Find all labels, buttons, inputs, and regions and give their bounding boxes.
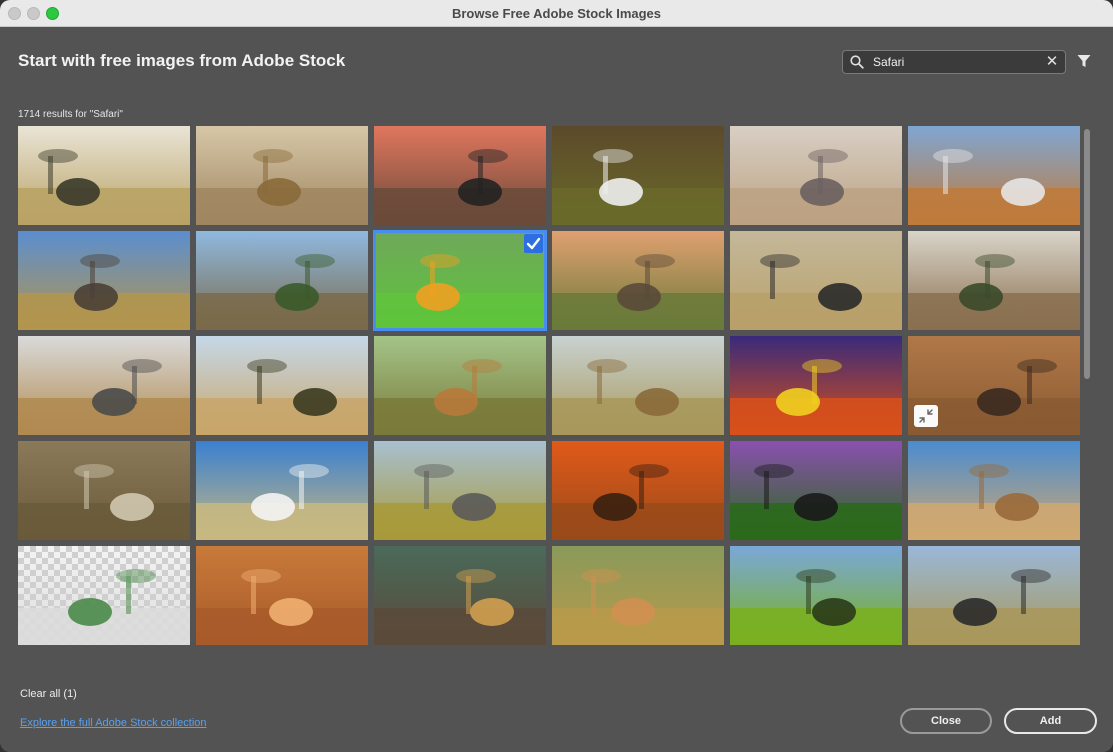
search-input[interactable]: [873, 54, 1043, 70]
thumbnail-image: [18, 336, 190, 435]
image-thumbnail[interactable]: [196, 441, 368, 540]
collapse-arrows-icon[interactable]: [914, 405, 938, 427]
image-thumbnail[interactable]: [18, 126, 190, 225]
image-thumbnail[interactable]: [374, 546, 546, 645]
image-thumbnail[interactable]: [908, 441, 1080, 540]
image-thumbnail[interactable]: [196, 126, 368, 225]
thumbnail-image: [552, 546, 724, 645]
clear-all-button[interactable]: Clear all (1): [20, 688, 77, 700]
image-thumbnail[interactable]: [374, 336, 546, 435]
image-thumbnail[interactable]: [552, 546, 724, 645]
image-thumbnail[interactable]: [908, 546, 1080, 645]
thumbnail-image: [730, 126, 902, 225]
thumbnail-image: [908, 441, 1080, 540]
image-thumbnail[interactable]: [18, 441, 190, 540]
image-thumbnail[interactable]: [374, 441, 546, 540]
thumbnail-image: [552, 336, 724, 435]
window-title: Browse Free Adobe Stock Images: [451, 6, 662, 21]
thumbnail-image: [552, 441, 724, 540]
image-thumbnail[interactable]: [552, 441, 724, 540]
image-thumbnail[interactable]: [552, 126, 724, 225]
page-title: Start with free images from Adobe Stock: [18, 51, 346, 70]
checkmark-icon[interactable]: [524, 234, 543, 253]
filter-icon[interactable]: [1077, 54, 1091, 73]
clear-search-icon[interactable]: ✕: [1044, 53, 1060, 71]
image-thumbnail[interactable]: [18, 336, 190, 435]
thumbnail-image: [730, 231, 902, 330]
scrollbar-thumb[interactable]: [1084, 129, 1090, 379]
thumbnail-image: [730, 546, 902, 645]
thumbnail-image: [374, 126, 546, 225]
image-thumbnail[interactable]: [18, 546, 190, 645]
image-thumbnail[interactable]: [18, 231, 190, 330]
title-bar: Browse Free Adobe Stock Images: [0, 0, 1113, 27]
image-thumbnail[interactable]: [730, 336, 902, 435]
image-thumbnail[interactable]: [908, 126, 1080, 225]
thumbnail-image: [908, 126, 1080, 225]
image-thumbnail[interactable]: [908, 231, 1080, 330]
image-thumbnail[interactable]: [730, 126, 902, 225]
image-thumbnail[interactable]: [374, 126, 546, 225]
thumbnail-image: [552, 231, 724, 330]
search-icon: [850, 55, 864, 74]
adobe-stock-dialog: Browse Free Adobe Stock Images Start wit…: [0, 0, 1113, 752]
image-thumbnail[interactable]: [552, 336, 724, 435]
thumbnail-image: [730, 441, 902, 540]
thumbnail-image: [18, 126, 190, 225]
image-thumbnail[interactable]: [196, 546, 368, 645]
thumbnail-image: [18, 546, 190, 645]
results-count: 1714 results for "Safari": [18, 109, 123, 120]
image-thumbnail[interactable]: [730, 441, 902, 540]
thumbnail-image: [196, 126, 368, 225]
thumbnail-image: [196, 441, 368, 540]
image-thumbnail[interactable]: [552, 231, 724, 330]
image-thumbnail[interactable]: [196, 231, 368, 330]
thumbnail-image: [18, 441, 190, 540]
image-thumbnail[interactable]: [196, 336, 368, 435]
image-thumbnail[interactable]: [730, 546, 902, 645]
image-thumbnail[interactable]: [908, 336, 1080, 435]
image-thumbnail[interactable]: [373, 230, 547, 331]
thumbnail-image: [196, 336, 368, 435]
search-box[interactable]: ✕: [842, 50, 1066, 74]
image-grid: [18, 126, 1080, 646]
thumbnail-image: [730, 336, 902, 435]
thumbnail-image: [374, 546, 546, 645]
thumbnail-image: [18, 231, 190, 330]
explore-collection-link[interactable]: Explore the full Adobe Stock collection: [20, 717, 207, 729]
thumbnail-image: [552, 126, 724, 225]
thumbnail-image: [374, 231, 546, 330]
thumbnail-image: [196, 231, 368, 330]
close-button[interactable]: Close: [900, 708, 992, 734]
thumbnail-image: [908, 231, 1080, 330]
image-thumbnail[interactable]: [730, 231, 902, 330]
add-button[interactable]: Add: [1004, 708, 1097, 734]
thumbnail-image: [374, 441, 546, 540]
thumbnail-image: [908, 546, 1080, 645]
thumbnail-image: [374, 336, 546, 435]
thumbnail-image: [196, 546, 368, 645]
